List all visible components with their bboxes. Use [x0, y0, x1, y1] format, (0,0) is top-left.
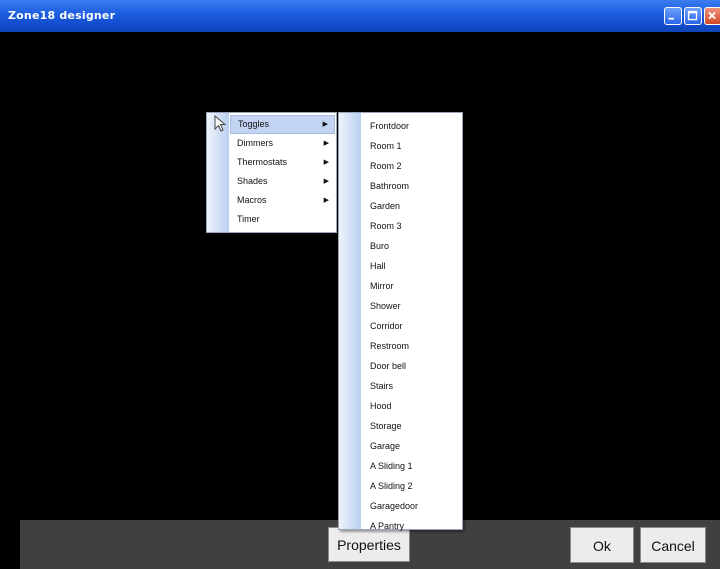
menu-item-toggles[interactable]: Toggles ▶ [230, 115, 335, 134]
menu-item-timer[interactable]: Timer [230, 210, 335, 229]
menu-item-label: Shades [237, 176, 268, 186]
menu-item-macros[interactable]: Macros ▶ [230, 191, 335, 210]
submenu-item-corridor[interactable]: Corridor [362, 316, 457, 336]
submenu-item-door-bell[interactable]: Door bell [362, 356, 457, 376]
submenu-item-shower[interactable]: Shower [362, 296, 457, 316]
close-icon [708, 11, 716, 20]
maximize-icon [687, 10, 698, 21]
title-bar[interactable]: Zone18 designer [0, 0, 720, 32]
triangle-right-icon: ▶ [323, 159, 329, 166]
submenu-item-stairs[interactable]: Stairs [362, 376, 457, 396]
menu-item-label: Toggles [238, 119, 270, 129]
submenu-item-restroom[interactable]: Restroom [362, 336, 457, 356]
triangle-right-icon: ▶ [323, 178, 329, 185]
ok-button[interactable]: Ok [570, 527, 634, 563]
menu-item-thermostats[interactable]: Thermostats ▶ [230, 153, 335, 172]
submenu-item-bathroom[interactable]: Bathroom [362, 176, 457, 196]
minimize-icon [668, 17, 674, 20]
submenu-item-buro[interactable]: Buro [362, 236, 457, 256]
submenu-item-a-sliding-1[interactable]: A Sliding 1 [362, 456, 457, 476]
designer-window: Zone18 designer Properties Ok Cancel Tog… [0, 0, 720, 569]
menu-item-dimmers[interactable]: Dimmers ▶ [230, 134, 335, 153]
menu-item-label: Thermostats [237, 157, 288, 167]
menu-gutter [339, 113, 361, 529]
triangle-right-icon: ▶ [322, 121, 328, 128]
menu-item-label: Dimmers [237, 138, 273, 148]
mouse-pointer-icon [214, 115, 227, 132]
submenu-item-garden[interactable]: Garden [362, 196, 457, 216]
close-button[interactable] [704, 7, 720, 25]
submenu-item-room-2[interactable]: Room 2 [362, 156, 457, 176]
menu-item-label: Macros [237, 195, 267, 205]
menu-item-shades[interactable]: Shades ▶ [230, 172, 335, 191]
submenu-item-room-1[interactable]: Room 1 [362, 136, 457, 156]
submenu-item-a-sliding-2[interactable]: A Sliding 2 [362, 476, 457, 496]
submenu-item-storage[interactable]: Storage [362, 416, 457, 436]
menu-item-label: Timer [237, 214, 260, 224]
cancel-button[interactable]: Cancel [640, 527, 706, 563]
submenu-item-a-pantry[interactable]: A Pantry [362, 516, 457, 536]
triangle-right-icon: ▶ [323, 140, 329, 147]
toggles-submenu: Frontdoor Room 1 Room 2 Bathroom Garden … [338, 112, 463, 531]
submenu-item-garagedoor[interactable]: Garagedoor [362, 496, 457, 516]
submenu-item-hood[interactable]: Hood [362, 396, 457, 416]
submenu-item-room-3[interactable]: Room 3 [362, 216, 457, 236]
submenu-item-garage[interactable]: Garage [362, 436, 457, 456]
window-title: Zone18 designer [8, 9, 116, 22]
left-border [0, 32, 20, 569]
submenu-item-hall[interactable]: Hall [362, 256, 457, 276]
triangle-right-icon: ▶ [323, 197, 329, 204]
minimize-button[interactable] [664, 7, 682, 25]
submenu-item-mirror[interactable]: Mirror [362, 276, 457, 296]
submenu-item-frontdoor[interactable]: Frontdoor [362, 116, 457, 136]
maximize-button[interactable] [684, 7, 702, 25]
